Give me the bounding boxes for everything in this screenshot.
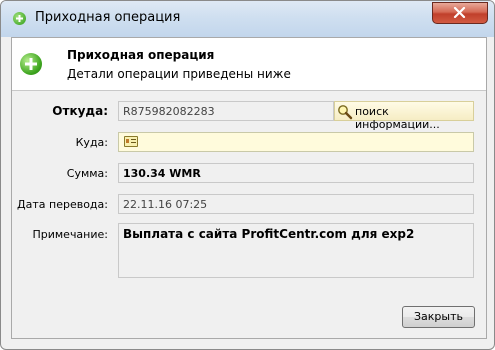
to-field[interactable] bbox=[118, 132, 474, 152]
lookup-info-button[interactable]: поиск информации... bbox=[334, 101, 474, 131]
green-plus-icon bbox=[13, 12, 26, 25]
from-field[interactable]: R875982082283 bbox=[118, 101, 334, 121]
magnifier-icon bbox=[338, 105, 353, 120]
close-x-icon bbox=[453, 7, 466, 18]
from-label: Откуда: bbox=[52, 104, 108, 118]
amount-label: Сумма: bbox=[66, 167, 108, 180]
close-button[interactable]: Закрыть bbox=[402, 306, 475, 328]
title-bar[interactable]: Приходная операция bbox=[1, 1, 494, 37]
wallet-card-icon bbox=[124, 136, 138, 147]
operation-form: Откуда: R875982082283 поиск информации..… bbox=[12, 91, 486, 338]
header-title: Приходная операция bbox=[67, 48, 215, 62]
from-value: R875982082283 bbox=[123, 105, 215, 118]
note-field[interactable]: Выплата с сайта ProfitCentr.com для exp2 bbox=[118, 223, 474, 278]
amount-value: 130.34 WMR bbox=[123, 167, 201, 180]
note-label: Примечание: bbox=[32, 228, 108, 241]
window-close-button[interactable] bbox=[432, 2, 488, 24]
date-field[interactable]: 22.11.16 07:25 bbox=[118, 194, 474, 214]
dialog-window: Приходная операция Приходная операция Де… bbox=[0, 0, 495, 350]
to-label: Куда: bbox=[75, 136, 108, 149]
note-value: Выплата с сайта ProfitCentr.com для exp2 bbox=[123, 227, 415, 241]
dialog-content: Приходная операция Детали операции приве… bbox=[11, 37, 487, 339]
date-label: Дата перевода: bbox=[17, 198, 108, 211]
window-title: Приходная операция bbox=[35, 10, 181, 25]
date-value: 22.11.16 07:25 bbox=[123, 198, 208, 211]
green-plus-icon bbox=[20, 53, 42, 75]
amount-field[interactable]: 130.34 WMR bbox=[118, 163, 474, 183]
header-subtitle: Детали операции приведены ниже bbox=[67, 67, 291, 81]
lookup-info-label: поиск информации... bbox=[355, 105, 440, 131]
dialog-header: Приходная операция Детали операции приве… bbox=[12, 38, 486, 91]
